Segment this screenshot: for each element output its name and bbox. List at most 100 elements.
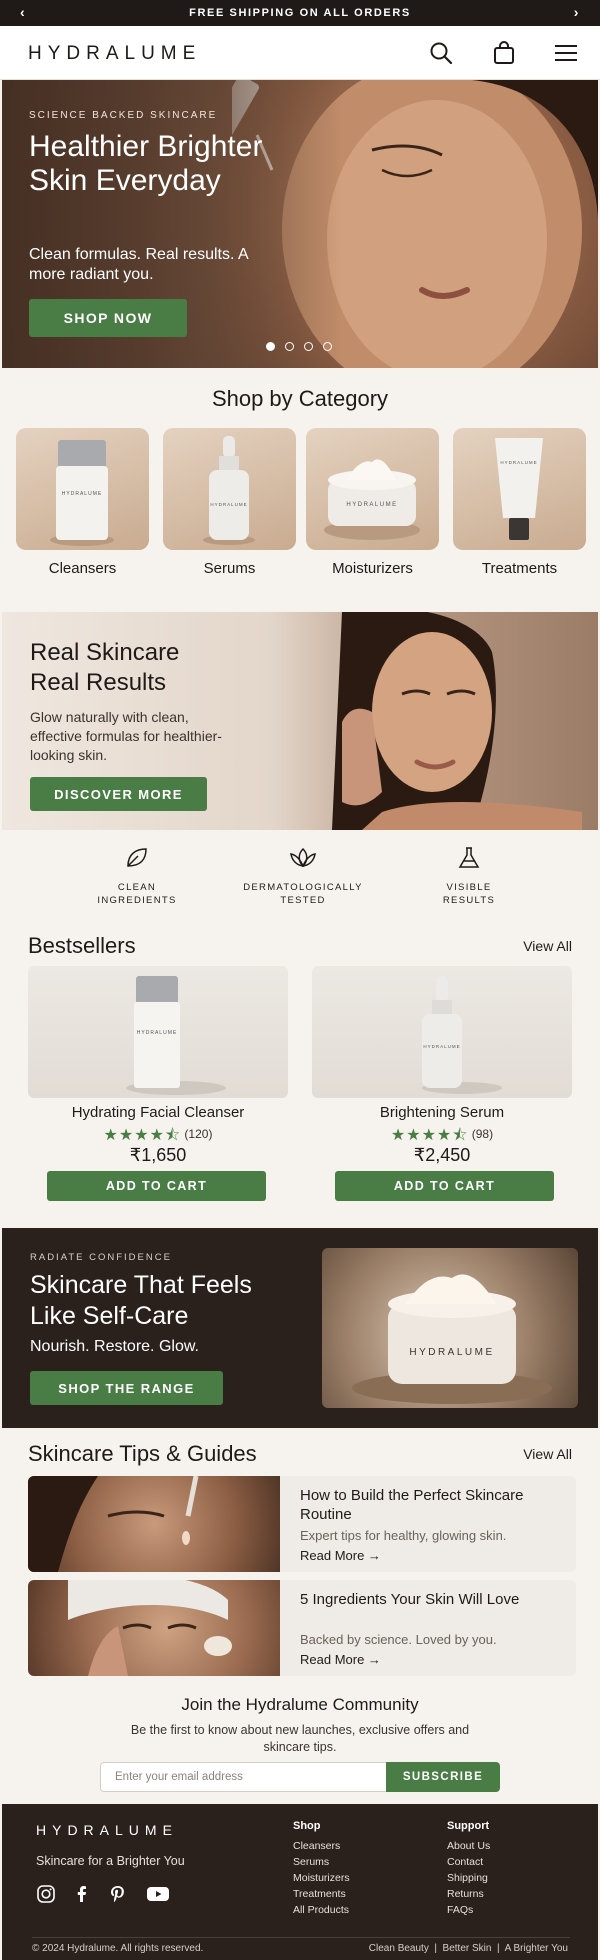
footer-shop-heading: Shop bbox=[293, 1820, 321, 1832]
brand-logo[interactable]: HYDRALUME bbox=[28, 43, 201, 65]
tip-model-towel-image bbox=[68, 1580, 232, 1676]
svg-text:HYDRALUME: HYDRALUME bbox=[62, 491, 102, 497]
carousel-dot-2[interactable] bbox=[285, 342, 294, 351]
promo-title: Skincare That Feels Like Self-Care bbox=[30, 1271, 252, 1330]
svg-text:HYDRALUME: HYDRALUME bbox=[210, 502, 247, 507]
announcement-next-button[interactable]: › bbox=[574, 4, 580, 20]
footer-link-moisturizers[interactable]: Moisturizers bbox=[293, 1872, 350, 1884]
cream-jar-illustration: HYDRALUME bbox=[352, 1274, 552, 1404]
product-name[interactable]: Brightening Serum bbox=[312, 1104, 572, 1121]
product-price: ₹2,450 bbox=[413, 1145, 471, 1165]
feature-clean-ingredients: CLEAN INGREDIENTS bbox=[67, 846, 207, 907]
svg-text:HYDRALUME: HYDRALUME bbox=[423, 1044, 460, 1049]
treatment-tube-image: HYDRALUME bbox=[495, 438, 543, 540]
svg-text:HYDRALUME: HYDRALUME bbox=[409, 1347, 494, 1358]
product-card-image[interactable]: HYDRALUME bbox=[28, 966, 288, 1098]
add-to-cart-button[interactable]: ADD TO CART bbox=[47, 1171, 266, 1201]
facebook-icon[interactable] bbox=[72, 1884, 92, 1904]
youtube-icon[interactable] bbox=[146, 1884, 170, 1904]
svg-text:HYDRALUME: HYDRALUME bbox=[346, 502, 397, 508]
tip-model-image bbox=[28, 1476, 199, 1572]
star-rating-icon: ★★★★⯪ bbox=[390, 1127, 469, 1144]
serum-dropper-image: HYDRALUME bbox=[422, 976, 502, 1094]
cream-jar-image: HYDRALUME bbox=[322, 1248, 578, 1408]
product-card-image[interactable]: HYDRALUME bbox=[312, 966, 572, 1098]
category-card-moisturizers[interactable]: HYDRALUME bbox=[306, 428, 439, 550]
category-card-serums[interactable]: HYDRALUME bbox=[163, 428, 296, 550]
site-footer: HYDRALUME Skincare for a Brighter You Sh… bbox=[2, 1804, 598, 1960]
carousel-dot-4[interactable] bbox=[323, 342, 332, 351]
read-more-link[interactable]: Read More → bbox=[300, 1652, 381, 1667]
site-header: HYDRALUME bbox=[0, 26, 600, 80]
tip-description: Backed by science. Loved by you. bbox=[300, 1632, 497, 1647]
subscribe-button[interactable]: SUBSCRIBE bbox=[386, 1762, 500, 1792]
leaf-icon bbox=[127, 848, 147, 867]
footer-link-cleansers[interactable]: Cleansers bbox=[293, 1840, 340, 1852]
bag-icon[interactable] bbox=[491, 40, 517, 66]
discover-more-button[interactable]: DISCOVER MORE bbox=[30, 777, 207, 811]
newsletter-title: Join the Hydralume Community bbox=[181, 1695, 419, 1714]
tip-title[interactable]: How to Build the Perfect Skincare Routin… bbox=[300, 1486, 560, 1524]
bestsellers-title: Bestsellers bbox=[28, 933, 136, 958]
feature-label: DERMATOLOGICALLY TESTED bbox=[243, 882, 363, 906]
footer-link-contact[interactable]: Contact bbox=[447, 1856, 483, 1868]
banner-title: Real Skincare Real Results bbox=[30, 639, 180, 696]
search-icon[interactable] bbox=[428, 40, 454, 66]
product-name[interactable]: Hydrating Facial Cleanser bbox=[28, 1104, 288, 1121]
footer-link-about-us[interactable]: About Us bbox=[447, 1840, 490, 1852]
footer-support-heading: Support bbox=[447, 1820, 490, 1832]
bestsellers-view-all-link[interactable]: View All bbox=[523, 938, 572, 954]
announcement-bar: ‹ FREE SHIPPING ON ALL ORDERS › bbox=[0, 0, 600, 26]
menu-icon[interactable] bbox=[553, 40, 579, 66]
hero-banner: SCIENCE BACKED SKINCARE Healthier Bright… bbox=[2, 80, 598, 368]
category-label-treatments[interactable]: Treatments bbox=[453, 560, 586, 577]
cleanser-bottle-image: HYDRALUME bbox=[126, 976, 226, 1095]
category-label-serums[interactable]: Serums bbox=[163, 560, 296, 577]
review-count: (120) bbox=[184, 1127, 213, 1141]
review-count: (98) bbox=[471, 1127, 494, 1141]
product-price: ₹1,650 bbox=[129, 1145, 187, 1165]
svg-text:HYDRALUME: HYDRALUME bbox=[137, 1030, 177, 1036]
announcement-prev-button[interactable]: ‹ bbox=[20, 4, 26, 20]
tips-section-title: Skincare Tips & Guides bbox=[28, 1441, 257, 1466]
feature-label: VISIBLE RESULTS bbox=[442, 882, 496, 906]
footer-link-serums[interactable]: Serums bbox=[293, 1856, 329, 1868]
moisturizer-jar-image: HYDRALUME bbox=[324, 459, 420, 540]
category-card-treatments[interactable]: HYDRALUME bbox=[453, 428, 586, 550]
banner-model-image bbox=[332, 612, 582, 830]
tip-title[interactable]: 5 Ingredients Your Skin Will Love bbox=[300, 1590, 560, 1609]
shop-the-range-button[interactable]: SHOP THE RANGE bbox=[30, 1371, 223, 1405]
category-label-cleansers[interactable]: Cleansers bbox=[16, 560, 149, 577]
footer-copyright: © 2024 Hydralume. All rights reserved. bbox=[32, 1943, 204, 1954]
flask-icon bbox=[458, 847, 480, 868]
email-input[interactable] bbox=[100, 1762, 387, 1792]
footer-link-all-products[interactable]: All Products bbox=[293, 1904, 349, 1916]
carousel-dot-3[interactable] bbox=[304, 342, 313, 351]
carousel-dot-1[interactable] bbox=[266, 342, 275, 351]
tip-card[interactable]: 5 Ingredients Your Skin Will Love Backed… bbox=[28, 1580, 576, 1676]
footer-divider bbox=[32, 1937, 570, 1938]
tip-card[interactable]: How to Build the Perfect Skincare Routin… bbox=[28, 1476, 576, 1572]
tip-image bbox=[28, 1580, 280, 1676]
hero-subtitle: Clean formulas. Real results. A more rad… bbox=[29, 246, 248, 283]
lotus-icon bbox=[290, 847, 316, 868]
footer-link-shipping[interactable]: Shipping bbox=[447, 1872, 488, 1884]
hero-eyebrow: SCIENCE BACKED SKINCARE bbox=[29, 110, 218, 121]
footer-logo[interactable]: HYDRALUME bbox=[36, 1822, 178, 1838]
footer-bottom-links: Clean Beauty | Better Skin | A Brighter … bbox=[368, 1943, 568, 1954]
newsletter-subtitle: Be the first to know about new launches,… bbox=[130, 1723, 470, 1754]
category-card-cleansers[interactable]: HYDRALUME bbox=[16, 428, 149, 550]
footer-tagline: Skincare for a Brighter You bbox=[36, 1854, 185, 1868]
pinterest-icon[interactable] bbox=[108, 1884, 128, 1904]
instagram-icon[interactable] bbox=[36, 1884, 56, 1904]
self-care-promo: RADIATE CONFIDENCE Skincare That Feels L… bbox=[2, 1228, 598, 1428]
footer-link-returns[interactable]: Returns bbox=[447, 1888, 484, 1900]
hero-carousel-dots bbox=[266, 342, 332, 351]
footer-link-faqs[interactable]: FAQs bbox=[447, 1904, 473, 1916]
footer-link-treatments[interactable]: Treatments bbox=[293, 1888, 346, 1900]
shop-now-button[interactable]: SHOP NOW bbox=[29, 299, 187, 337]
tips-view-all-link[interactable]: View All bbox=[523, 1446, 572, 1462]
read-more-link[interactable]: Read More → bbox=[300, 1548, 381, 1563]
add-to-cart-button[interactable]: ADD TO CART bbox=[335, 1171, 554, 1201]
category-label-moisturizers[interactable]: Moisturizers bbox=[306, 560, 439, 577]
